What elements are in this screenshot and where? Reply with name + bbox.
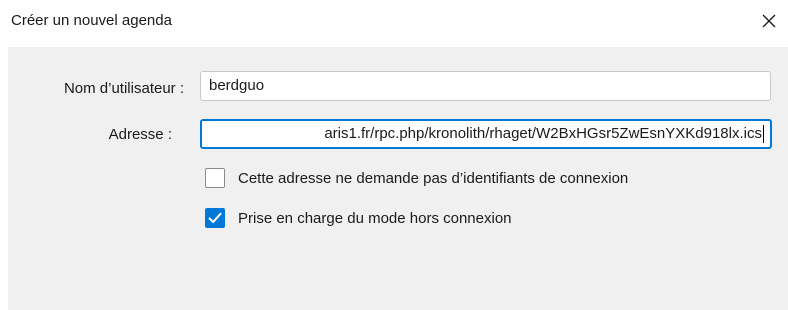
no-credentials-checkbox[interactable] — [205, 168, 225, 188]
offline-mode-option[interactable]: Prise en charge du mode hors connexion — [205, 208, 512, 228]
close-icon — [762, 14, 776, 28]
checkmark-icon — [208, 212, 222, 223]
username-value: berdguo — [209, 77, 265, 94]
no-credentials-option[interactable]: Cette adresse ne demande pas d’identifia… — [205, 168, 628, 188]
username-field[interactable]: berdguo — [200, 71, 771, 101]
dialog-titlebar: Créer un nouvel agenda — [0, 0, 788, 44]
address-text-viewport: aris1.fr/rpc.php/kronolith/rhaget/W2BxHG… — [324, 121, 764, 147]
dialog-title: Créer un nouvel agenda — [11, 12, 172, 29]
dialog-body: Nom d’utilisateur : berdguo Adresse : ar… — [8, 47, 788, 310]
no-credentials-label[interactable]: Cette adresse ne demande pas d’identifia… — [238, 170, 628, 187]
offline-mode-label[interactable]: Prise en charge du mode hors connexion — [238, 210, 512, 227]
offline-mode-checkbox[interactable] — [205, 208, 225, 228]
text-caret — [763, 125, 764, 144]
username-label: Nom d’utilisateur : — [63, 80, 184, 97]
address-field[interactable]: aris1.fr/rpc.php/kronolith/rhaget/W2BxHG… — [200, 119, 772, 149]
address-label: Adresse : — [108, 126, 172, 143]
address-value: aris1.fr/rpc.php/kronolith/rhaget/W2BxHG… — [324, 125, 762, 142]
close-button[interactable] — [756, 8, 782, 34]
